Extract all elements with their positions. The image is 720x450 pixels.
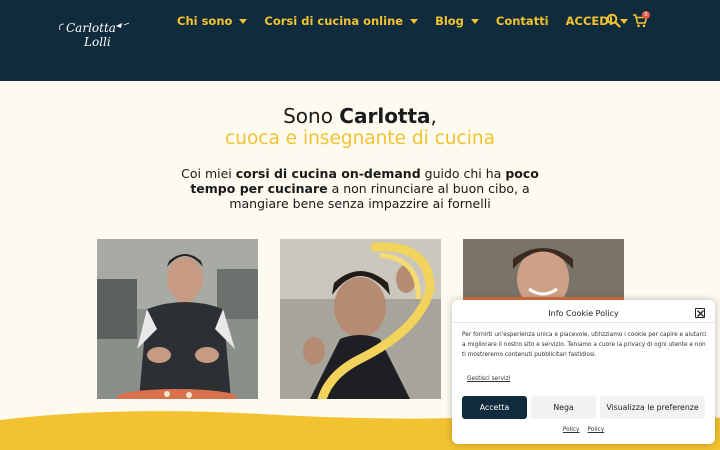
logo-line1: Carlotta	[66, 21, 116, 35]
photo-fresh-pasta	[280, 239, 441, 399]
nav-item-contatti[interactable]: Contatti	[496, 14, 549, 28]
title-prefix: Sono	[283, 104, 340, 128]
nav-item-label: Contatti	[495, 13, 549, 28]
title-suffix: ,	[430, 104, 437, 128]
nav-item-label: Chi sono	[177, 13, 233, 28]
accept-button[interactable]: Accetta	[462, 396, 527, 419]
intro-text: guido chi ha	[420, 166, 506, 181]
intro-paragraph: Coi miei corsi di cucina on-demand guido…	[176, 166, 544, 211]
logo-line2: Lolli	[84, 35, 111, 49]
site-logo[interactable]: Carlotta Lolli	[56, 20, 138, 54]
nav-item-chi-sono[interactable]: Chi sono	[177, 13, 248, 28]
chevron-down-icon	[470, 19, 479, 24]
nav-item-label: Blog	[435, 13, 464, 28]
nav-item-label: Corsi di cucina online	[264, 13, 404, 28]
intro-text: Coi miei	[181, 166, 236, 181]
cart-count-badge: 0	[642, 11, 650, 19]
manage-services-link[interactable]: Gestisci servizi	[467, 376, 510, 382]
close-button[interactable]	[695, 308, 705, 318]
close-icon	[697, 310, 704, 317]
page-subtitle: cuoca e insegnante di cucina	[225, 128, 495, 149]
main-nav: Chi sono Corsi di cucina online Blog Con…	[177, 12, 645, 29]
policy-link[interactable]: Policy	[563, 427, 580, 433]
intro-bold: corsi di cucina on-demand	[235, 166, 421, 181]
policy-links: Policy Policy	[452, 427, 715, 433]
divider	[452, 322, 715, 323]
page-title: Sono Carlotta,	[0, 104, 720, 128]
cookie-body: Per fornirti un'esperienza unica e piace…	[462, 332, 707, 358]
deny-button[interactable]: Nega	[531, 396, 596, 419]
policy-link[interactable]: Policy	[588, 427, 605, 433]
search-icon[interactable]	[606, 13, 621, 28]
preferences-button[interactable]: Visualizza le preferenze	[600, 396, 705, 419]
chevron-down-icon	[239, 19, 248, 24]
title-name: Carlotta	[339, 104, 431, 128]
nav-item-corsi[interactable]: Corsi di cucina online	[264, 13, 419, 28]
cookie-title: Info Cookie Policy	[548, 309, 619, 318]
chevron-down-icon	[410, 19, 419, 24]
site-header: Carlotta Lolli Chi sono Corsi di cucina …	[0, 0, 720, 81]
chevron-down-icon	[620, 19, 629, 24]
photo-cooking-pizza	[97, 239, 258, 399]
nav-item-blog[interactable]: Blog	[435, 14, 479, 28]
cookie-dialog: Info Cookie Policy Per fornirti un'esper…	[452, 300, 715, 444]
